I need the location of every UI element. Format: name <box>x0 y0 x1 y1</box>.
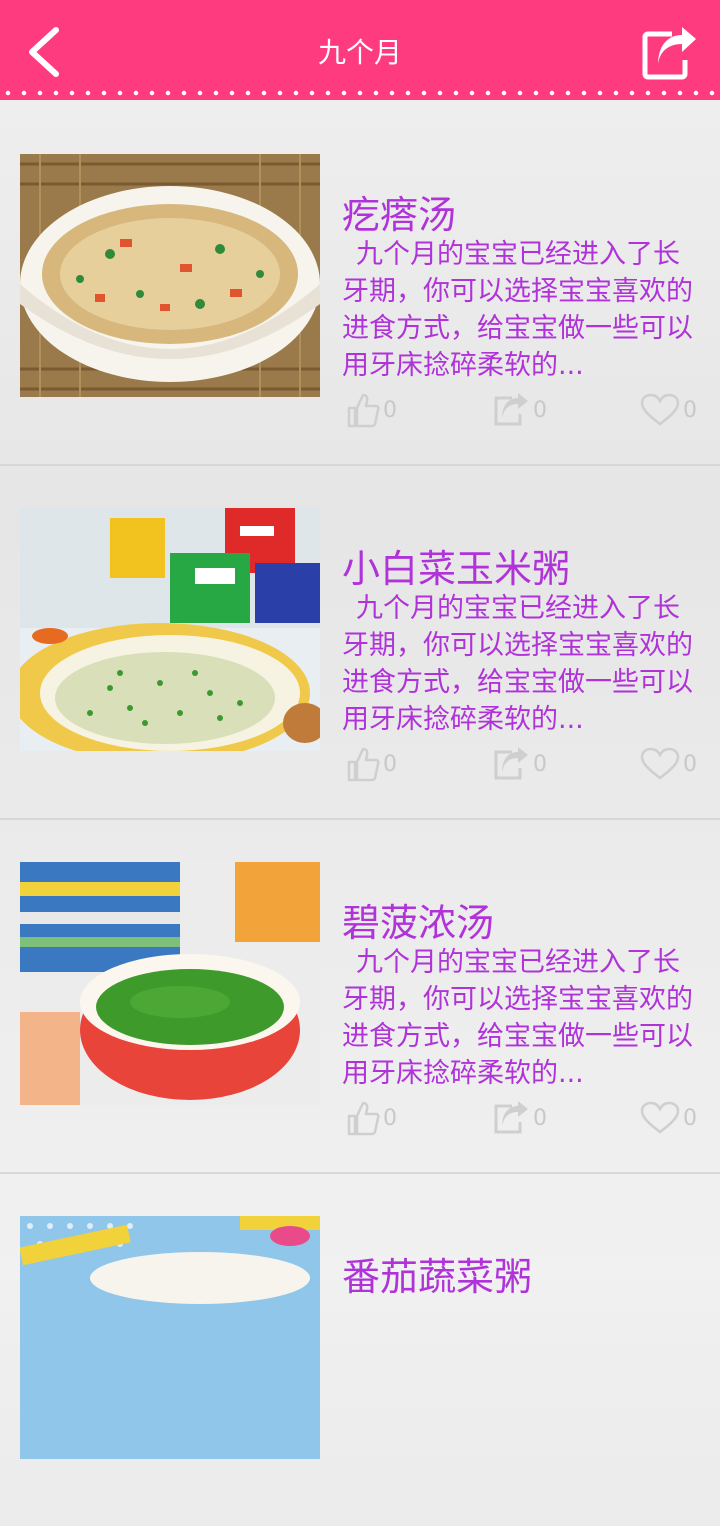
recipe-title: 碧菠浓汤 <box>342 901 495 945</box>
recipe-title: 番茄蔬菜粥 <box>342 1255 533 1299</box>
heart-icon <box>640 747 680 780</box>
recipe-list: 疙瘩汤 九个月的宝宝已经进入了长牙期，你可以选择宝宝喜欢的进食方式，给宝宝做一些… <box>0 112 720 1526</box>
favorite-count: 0 <box>683 397 697 423</box>
share-icon <box>494 393 528 426</box>
recipe-description: 九个月的宝宝已经进入了长牙期，你可以选择宝宝喜欢的进食方式，给宝宝做一些可以用牙… <box>342 593 693 735</box>
favorite-count: 0 <box>683 1105 697 1131</box>
thumbs-up-icon <box>347 393 380 428</box>
favorite-count: 0 <box>683 751 697 777</box>
favorite-button[interactable]: 0 <box>640 744 697 784</box>
top-bar: 九个月 <box>0 0 720 100</box>
recipe-image <box>20 508 320 751</box>
stats-bar: 0 0 0 <box>342 1098 702 1138</box>
lace-border <box>0 90 720 96</box>
share-icon <box>494 1101 528 1134</box>
favorite-button[interactable]: 0 <box>640 1098 697 1138</box>
recipe-image <box>20 862 320 1105</box>
share-count-button[interactable]: 0 <box>492 1098 547 1138</box>
share-icon <box>494 747 528 780</box>
heart-icon <box>640 1101 680 1134</box>
share-button[interactable] <box>642 26 698 80</box>
back-button[interactable] <box>20 26 68 78</box>
thumbs-up-icon <box>347 747 380 782</box>
like-button[interactable]: 0 <box>346 1098 397 1138</box>
chevron-left-icon <box>29 27 59 77</box>
share-count: 0 <box>533 1105 547 1131</box>
stats-bar: 0 0 0 <box>342 390 702 430</box>
recipe-image <box>20 1216 320 1459</box>
favorite-button[interactable]: 0 <box>640 390 697 430</box>
like-count: 0 <box>383 1105 397 1131</box>
like-count: 0 <box>383 751 397 777</box>
share-count-button[interactable]: 0 <box>492 390 547 430</box>
stats-bar: 0 0 0 <box>342 744 702 784</box>
share-count: 0 <box>533 397 547 423</box>
recipe-title: 小白菜玉米粥 <box>342 547 571 591</box>
list-item[interactable]: 碧菠浓汤 九个月的宝宝已经进入了长牙期，你可以选择宝宝喜欢的进食方式，给宝宝做一… <box>0 820 720 1174</box>
recipe-description: 九个月的宝宝已经进入了长牙期，你可以选择宝宝喜欢的进食方式，给宝宝做一些可以用牙… <box>342 239 693 381</box>
like-button[interactable]: 0 <box>346 744 397 784</box>
thumbs-up-icon <box>347 1101 380 1136</box>
recipe-image <box>20 154 320 397</box>
list-item[interactable]: 番茄蔬菜粥 <box>0 1174 720 1526</box>
share-icon <box>642 27 696 80</box>
page-title: 九个月 <box>317 36 402 69</box>
like-button[interactable]: 0 <box>346 390 397 430</box>
recipe-description: 九个月的宝宝已经进入了长牙期，你可以选择宝宝喜欢的进食方式，给宝宝做一些可以用牙… <box>342 947 693 1089</box>
list-item[interactable]: 小白菜玉米粥 九个月的宝宝已经进入了长牙期，你可以选择宝宝喜欢的进食方式，给宝宝… <box>0 466 720 820</box>
recipe-title: 疙瘩汤 <box>342 193 457 237</box>
share-count-button[interactable]: 0 <box>492 744 547 784</box>
heart-icon <box>640 393 680 426</box>
share-count: 0 <box>533 751 547 777</box>
list-item[interactable]: 疙瘩汤 九个月的宝宝已经进入了长牙期，你可以选择宝宝喜欢的进食方式，给宝宝做一些… <box>0 112 720 466</box>
like-count: 0 <box>383 397 397 423</box>
